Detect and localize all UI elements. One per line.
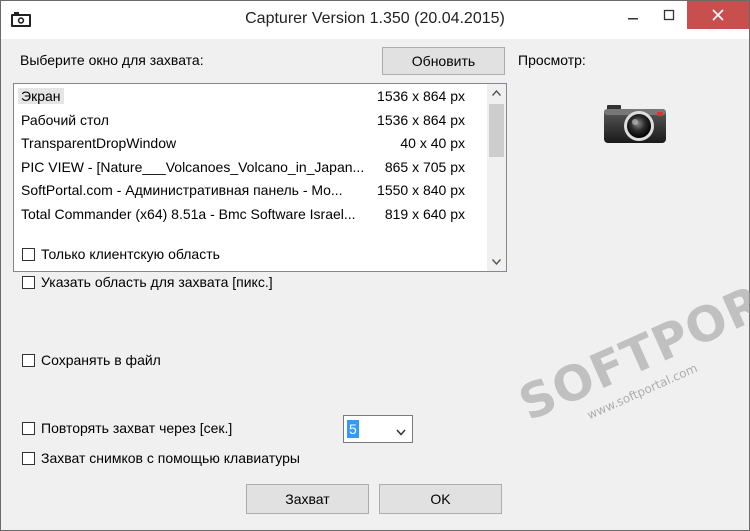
ok-button[interactable]: OK <box>379 484 502 514</box>
list-item[interactable]: SoftPortal.com - Административная панель… <box>14 179 487 203</box>
list-item-name: Рабочий стол <box>21 111 109 128</box>
close-icon <box>712 9 724 21</box>
repeat-capture-label: Повторять захват через [сек.] <box>41 420 233 436</box>
preview-label: Просмотр: <box>518 52 586 68</box>
list-item-name: PIC VIEW - [Nature___Volcanoes_Volcano_i… <box>21 158 365 175</box>
chevron-down-icon <box>396 425 406 440</box>
list-item[interactable]: TransparentDropWindow 40 x 40 px <box>14 132 487 156</box>
list-item[interactable]: Экран 1536 x 864 px <box>14 85 487 109</box>
source-label: Выберите окно для захвата: <box>20 52 204 68</box>
client-area-checkbox[interactable] <box>22 247 35 261</box>
client-area-option[interactable]: Только клиентскую область <box>22 245 220 263</box>
scroll-thumb[interactable] <box>489 104 504 157</box>
repeat-capture-option[interactable]: Повторять захват через [сек.] <box>22 419 232 437</box>
scroll-up-arrow-icon[interactable] <box>487 84 506 102</box>
repeat-capture-checkbox[interactable] <box>22 421 35 435</box>
keyboard-capture-label: Захват снимков с помощью клавиатуры <box>41 450 300 466</box>
list-item[interactable]: Total Commander (x64) 8.51a - Bmc Softwa… <box>14 203 487 227</box>
keyboard-capture-checkbox[interactable] <box>22 451 35 465</box>
list-item-name: TransparentDropWindow <box>21 135 177 151</box>
list-item-size: 1536 x 864 px <box>377 111 465 128</box>
capture-button[interactable]: Захват <box>246 484 369 514</box>
window-list[interactable]: Экран 1536 x 864 px Рабочий стол 1536 x 864… <box>13 83 507 272</box>
title-bar: Capturer Version 1.350 (20.04.2015) <box>1 1 749 39</box>
scroll-down-arrow-icon[interactable] <box>487 253 506 271</box>
capturer-window: Capturer Version 1.350 (20.04.2015) Выбе… <box>0 0 750 531</box>
list-item-size: 1550 x 840 px <box>377 182 465 198</box>
maximize-button[interactable] <box>647 1 691 29</box>
keyboard-capture-option[interactable]: Захват снимков с помощью клавиатуры <box>22 449 300 467</box>
specify-area-option[interactable]: Указать область для захвата [пикс.] <box>22 273 273 291</box>
list-item-size: 865 x 705 px <box>384 158 465 175</box>
list-item-name: Total Commander (x64) 8.51a - Bmc Softwa… <box>21 205 356 222</box>
refresh-button[interactable]: Обновить <box>382 47 505 75</box>
list-item-name: SoftPortal.com - Административная панель… <box>21 182 343 198</box>
preview-camera-icon <box>603 99 669 145</box>
list-scrollbar[interactable] <box>487 84 506 271</box>
save-to-file-option[interactable]: Сохранять в файл <box>22 351 161 369</box>
list-item-size: 1536 x 864 px <box>377 88 465 104</box>
repeat-seconds-value: 5 <box>347 420 359 438</box>
save-to-file-checkbox[interactable] <box>22 353 35 367</box>
list-item[interactable]: PIC VIEW - [Nature___Volcanoes_Volcano_i… <box>14 156 487 180</box>
repeat-seconds-select[interactable]: 5 <box>343 415 413 443</box>
client-area-label: Только клиентскую область <box>41 246 220 262</box>
specify-area-checkbox[interactable] <box>22 275 35 289</box>
list-item-name: Экран <box>18 88 64 104</box>
list-item[interactable]: Рабочий стол 1536 x 864 px <box>14 109 487 133</box>
close-button[interactable] <box>687 1 749 29</box>
specify-area-label: Указать область для захвата [пикс.] <box>41 274 273 290</box>
list-item-size: 40 x 40 px <box>400 135 465 151</box>
save-to-file-label: Сохранять в файл <box>41 352 161 368</box>
list-item-size: 819 x 640 px <box>384 205 465 222</box>
